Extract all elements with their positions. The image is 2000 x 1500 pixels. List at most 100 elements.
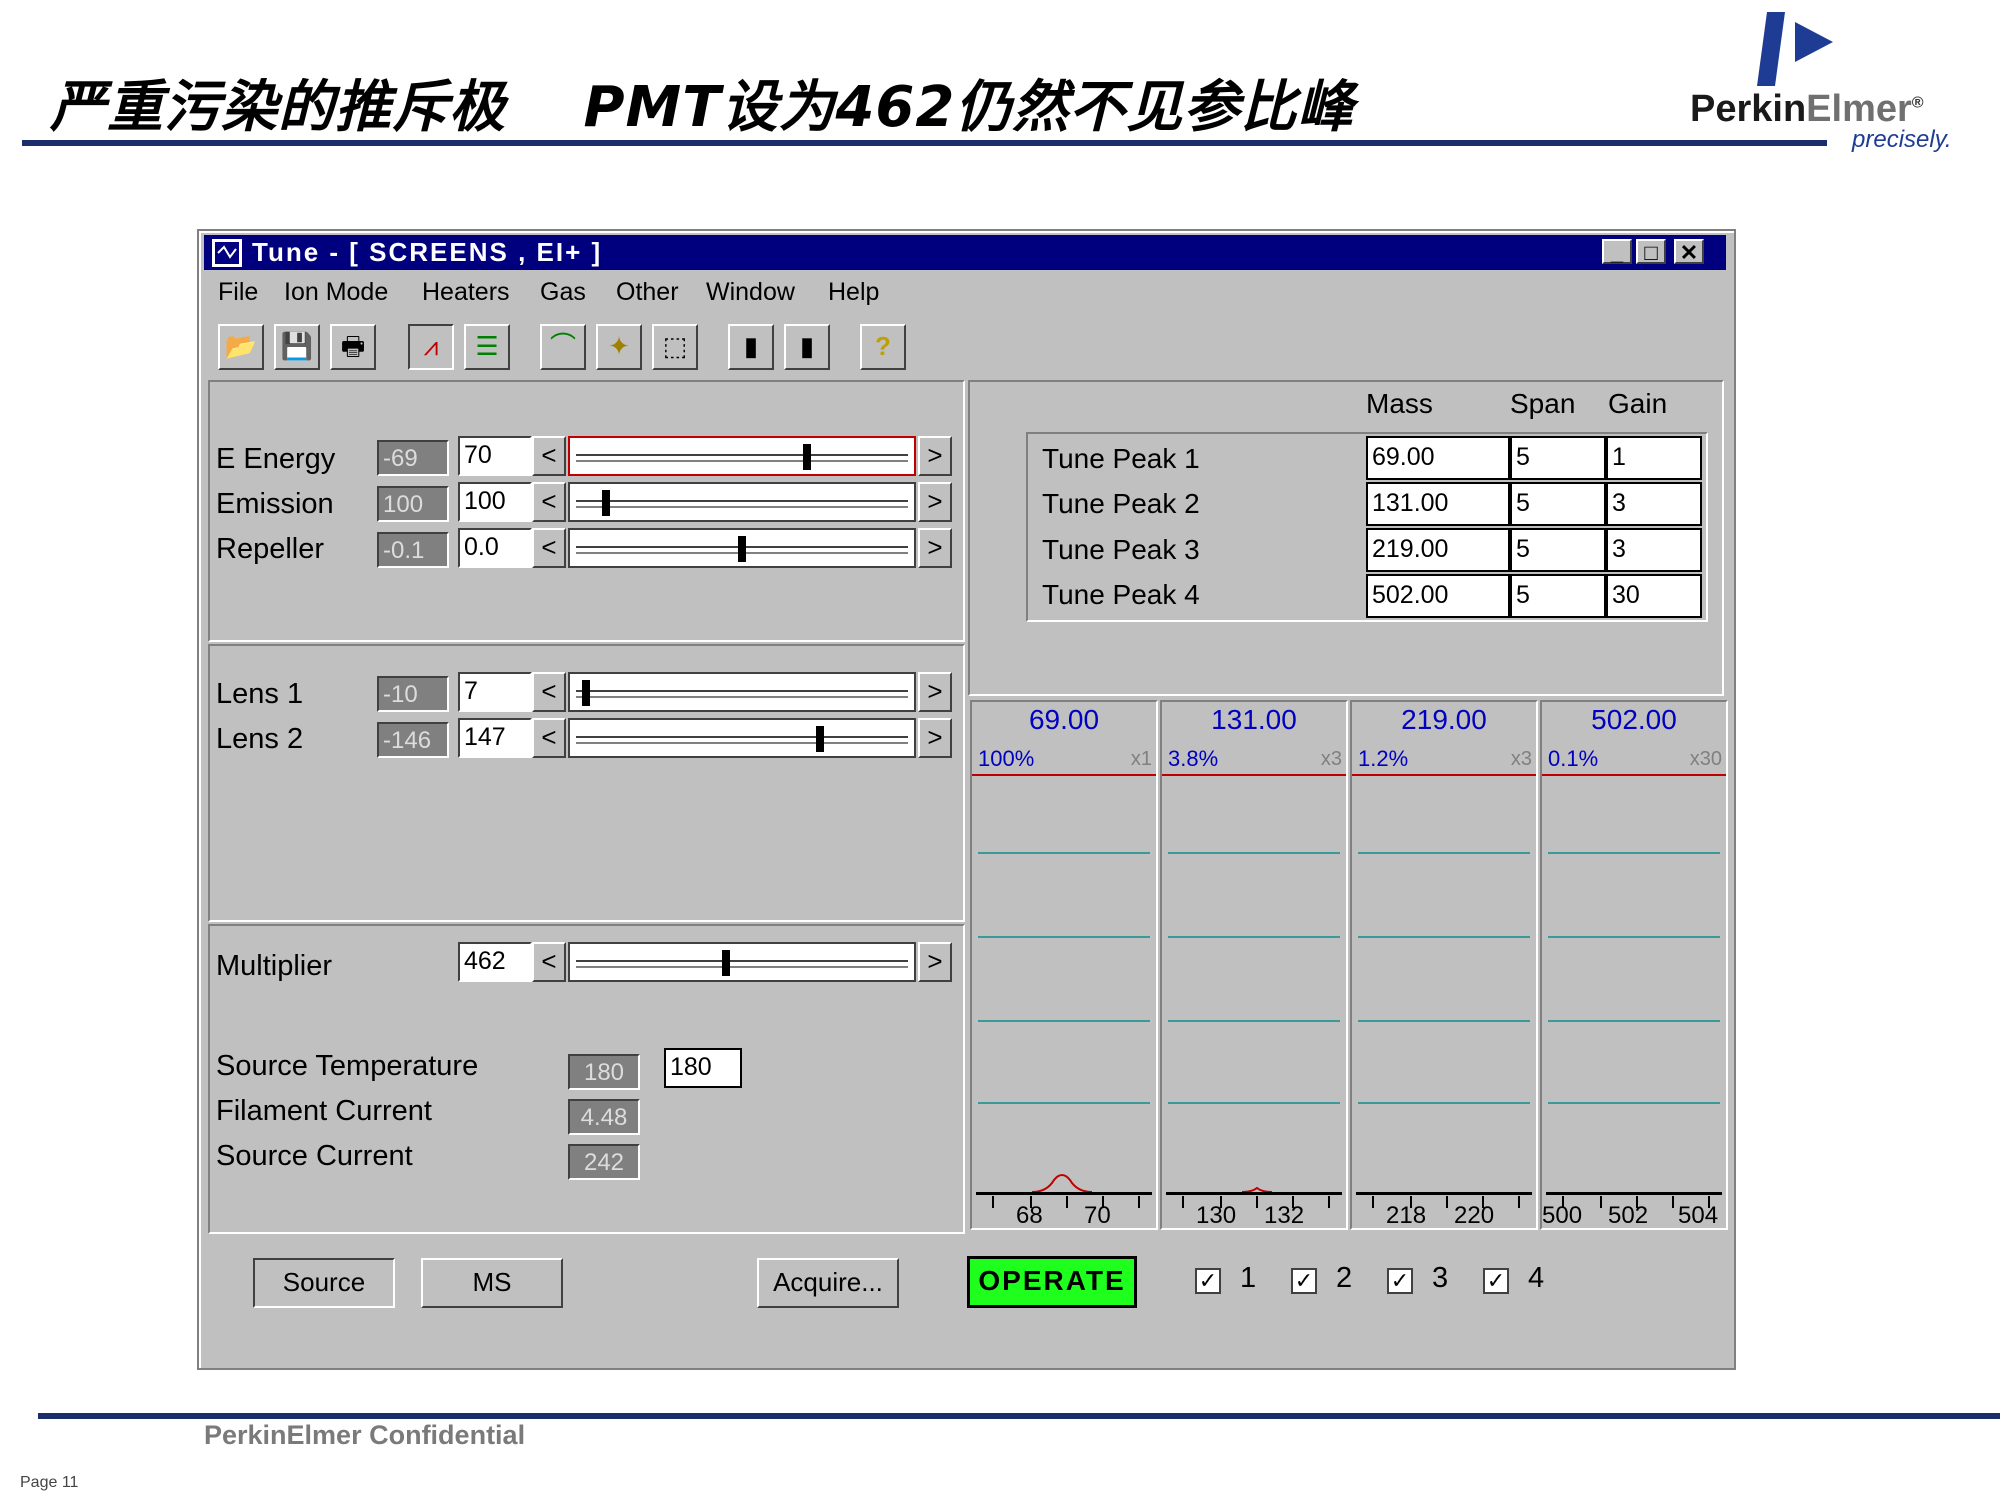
lens-2-label: Lens 2 <box>216 723 304 755</box>
lens-2-increment[interactable]: > <box>918 718 952 758</box>
tune-peak-3-span[interactable]: 5 <box>1510 528 1606 572</box>
source-button[interactable]: Source <box>253 1258 395 1308</box>
doc-drive-icon[interactable]: ⬚ <box>652 324 698 370</box>
axis-tick <box>1600 1196 1602 1208</box>
lens-1-increment[interactable]: > <box>918 672 952 712</box>
emission-slider[interactable] <box>568 482 916 522</box>
trace-icon[interactable]: ⌒ <box>540 324 586 370</box>
cal-gas-icon[interactable]: ▮ <box>784 324 830 370</box>
print-icon[interactable]: 🖶 <box>330 324 376 370</box>
multiplier-increment[interactable]: > <box>918 942 952 982</box>
peak-panel-4[interactable]: 502.00 0.1% x30 500 502 504 <box>1540 700 1728 1230</box>
peak-panel-3[interactable]: 219.00 1.2% x3 218 220 <box>1350 700 1538 1230</box>
sparkle-doc-icon[interactable]: ✦ <box>596 324 642 370</box>
tune-peak-4-mass[interactable]: 502.00 <box>1366 574 1510 618</box>
menu-heaters[interactable]: Heaters <box>422 278 510 307</box>
peak-1-baseline <box>976 1192 1152 1195</box>
e-energy-decrement[interactable]: < <box>532 436 566 476</box>
peak-edit-icon[interactable]: ⩘ <box>408 324 454 370</box>
menu-help[interactable]: Help <box>828 278 879 307</box>
multiplier-decrement[interactable]: < <box>532 942 566 982</box>
peak-3-percent: 1.2% <box>1358 746 1409 771</box>
axis-tick <box>1446 1196 1448 1208</box>
slider-thumb[interactable] <box>582 680 591 706</box>
grid-line <box>1358 1102 1530 1104</box>
tune-peak-1-span[interactable]: 5 <box>1510 436 1606 480</box>
lens-2-input[interactable]: 147 <box>458 718 532 758</box>
peak-4-mass: 502.00 <box>1591 704 1677 735</box>
peak-2-mass: 131.00 <box>1211 704 1297 735</box>
e-energy-increment[interactable]: > <box>918 436 952 476</box>
grid-line <box>978 1102 1150 1104</box>
logo-name-elmer: Elmer <box>1806 88 1912 130</box>
bars-icon[interactable]: ☰ <box>464 324 510 370</box>
tune-peak-4-span[interactable]: 5 <box>1510 574 1606 618</box>
tune-peak-2-label: Tune Peak 2 <box>1042 488 1200 519</box>
perkinelmer-logo-icon <box>1757 12 1833 86</box>
slider-thumb[interactable] <box>721 950 730 976</box>
multiplier-slider[interactable] <box>568 942 916 982</box>
emission-input[interactable]: 100 <box>458 482 532 522</box>
slider-thumb[interactable] <box>802 444 811 470</box>
grid-line <box>1548 936 1720 938</box>
e-energy-input[interactable]: 70 <box>458 436 532 476</box>
tune-peak-1-gain[interactable]: 1 <box>1606 436 1702 480</box>
help-icon[interactable]: ? <box>860 324 906 370</box>
peak-panel-1[interactable]: 69.00 100% x1 68 70 <box>970 700 1158 1230</box>
lens-2-slider[interactable] <box>568 718 916 758</box>
repeller-decrement[interactable]: < <box>532 528 566 568</box>
lens-1-input[interactable]: 7 <box>458 672 532 712</box>
tune-peak-4-gain[interactable]: 30 <box>1606 574 1702 618</box>
repeller-increment[interactable]: > <box>918 528 952 568</box>
menu-ion-mode[interactable]: Ion Mode <box>284 278 388 307</box>
save-icon[interactable]: 💾 <box>274 324 320 370</box>
lens-2-decrement[interactable]: < <box>532 718 566 758</box>
peak-4-tick-label: 504 <box>1678 1202 1719 1229</box>
tune-peak-3-label: Tune Peak 3 <box>1042 534 1200 565</box>
axis-tick <box>1066 1196 1068 1208</box>
menu-window[interactable]: Window <box>706 278 795 307</box>
peak-3-checkbox-label: 3 <box>1432 1262 1449 1294</box>
maximize-button[interactable]: □ <box>1636 239 1666 265</box>
peak-panel-2[interactable]: 131.00 3.8% x3 130 132 <box>1160 700 1348 1230</box>
ms-button[interactable]: MS <box>421 1258 563 1308</box>
tune-peak-3-gain[interactable]: 3 <box>1606 528 1702 572</box>
tune-peak-2-gain[interactable]: 3 <box>1606 482 1702 526</box>
emission-increment[interactable]: > <box>918 482 952 522</box>
repeller-input[interactable]: 0.0 <box>458 528 532 568</box>
tune-peak-2-mass[interactable]: 131.00 <box>1366 482 1510 526</box>
menu-file[interactable]: File <box>218 278 258 307</box>
emission-label: Emission <box>216 488 334 520</box>
repeller-slider[interactable] <box>568 528 916 568</box>
source-temperature-input[interactable]: 180 <box>664 1048 742 1088</box>
peak-2-tick-label: 130 <box>1196 1202 1237 1229</box>
window-titlebar[interactable]: Tune - [ SCREENS , EI+ ] _ □ ✕ <box>204 235 1726 270</box>
slider-thumb[interactable] <box>815 726 824 752</box>
tune-peak-1-mass[interactable]: 69.00 <box>1366 436 1510 480</box>
peak-3-tick-label: 218 <box>1386 1202 1427 1229</box>
open-icon[interactable]: 📂 <box>218 324 264 370</box>
minimize-button[interactable]: _ <box>1602 239 1632 265</box>
close-button[interactable]: ✕ <box>1674 239 1704 265</box>
peak-3-checkbox[interactable]: ✓ <box>1387 1268 1413 1294</box>
slider-thumb[interactable] <box>601 490 610 516</box>
emission-decrement[interactable]: < <box>532 482 566 522</box>
slider-thumb[interactable] <box>738 536 746 562</box>
peak-4-checkbox[interactable]: ✓ <box>1483 1268 1509 1294</box>
grid-line <box>1548 1020 1720 1022</box>
lens-1-decrement[interactable]: < <box>532 672 566 712</box>
menu-gas[interactable]: Gas <box>540 278 586 307</box>
peak-3-mass: 219.00 <box>1401 704 1487 735</box>
tune-peak-2-span[interactable]: 5 <box>1510 482 1606 526</box>
peak-1-checkbox[interactable]: ✓ <box>1195 1268 1221 1294</box>
operate-button[interactable]: OPERATE <box>967 1256 1137 1308</box>
ref-gas-icon[interactable]: ▮ <box>728 324 774 370</box>
acquire-button[interactable]: Acquire... <box>757 1258 899 1308</box>
e-energy-slider[interactable] <box>568 436 916 476</box>
lens-1-slider[interactable] <box>568 672 916 712</box>
peak-4-gain: x30 <box>1689 748 1722 770</box>
menu-other[interactable]: Other <box>616 278 679 307</box>
tune-peak-3-mass[interactable]: 219.00 <box>1366 528 1510 572</box>
multiplier-input[interactable]: 462 <box>458 942 532 982</box>
peak-2-checkbox[interactable]: ✓ <box>1291 1268 1317 1294</box>
